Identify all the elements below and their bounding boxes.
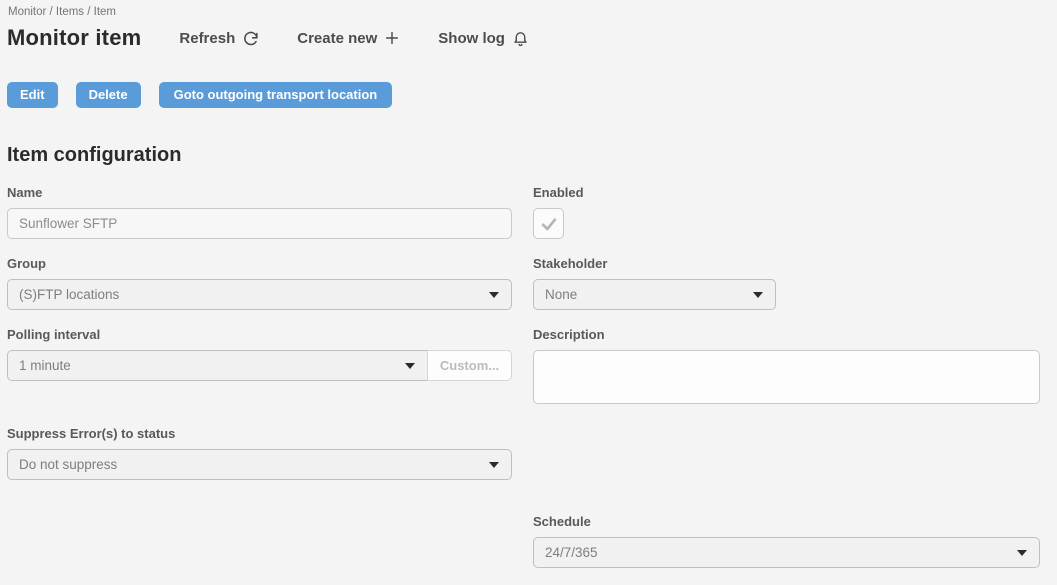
chevron-down-icon bbox=[1017, 550, 1027, 556]
custom-interval-button[interactable]: Custom... bbox=[427, 350, 512, 381]
section-title: Item configuration bbox=[7, 144, 1047, 167]
bell-icon bbox=[512, 30, 529, 47]
stakeholder-field-group: Stakeholder None bbox=[533, 256, 1040, 310]
stakeholder-select-value: None bbox=[545, 287, 577, 302]
checkmark-icon bbox=[539, 214, 559, 234]
delete-button[interactable]: Delete bbox=[76, 82, 141, 108]
enabled-field-group: Enabled bbox=[533, 185, 1040, 239]
breadcrumb[interactable]: Monitor / Items / Item bbox=[7, 6, 1047, 18]
page-title: Monitor item bbox=[7, 25, 141, 51]
description-field-group: Description bbox=[533, 327, 1040, 409]
stakeholder-select[interactable]: None bbox=[533, 279, 776, 310]
polling-interval-field-group: Polling interval 1 minute Custom... bbox=[7, 327, 512, 381]
group-select-value: (S)FTP locations bbox=[19, 287, 119, 302]
refresh-icon bbox=[242, 30, 259, 47]
suppress-field-group: Suppress Error(s) to status Do not suppr… bbox=[7, 426, 512, 480]
suppress-select[interactable]: Do not suppress bbox=[7, 449, 512, 480]
edit-button[interactable]: Edit bbox=[7, 82, 58, 108]
chevron-down-icon bbox=[489, 462, 499, 468]
group-field-group: Group (S)FTP locations bbox=[7, 256, 512, 310]
schedule-label: Schedule bbox=[533, 514, 1040, 529]
chevron-down-icon bbox=[753, 292, 763, 298]
page-header: Monitor item Refresh Create new Show log bbox=[7, 25, 1047, 51]
goto-outgoing-transport-button[interactable]: Goto outgoing transport location bbox=[159, 82, 393, 108]
refresh-button-label: Refresh bbox=[179, 30, 235, 47]
name-label: Name bbox=[7, 185, 512, 200]
group-select[interactable]: (S)FTP locations bbox=[7, 279, 512, 310]
description-textarea[interactable] bbox=[533, 350, 1040, 404]
group-label: Group bbox=[7, 256, 512, 271]
polling-interval-label: Polling interval bbox=[7, 327, 512, 342]
schedule-field-group: Schedule 24/7/365 bbox=[533, 514, 1040, 568]
show-log-button-label: Show log bbox=[438, 30, 505, 47]
stakeholder-label: Stakeholder bbox=[533, 256, 1040, 271]
chevron-down-icon bbox=[405, 363, 415, 369]
enabled-checkbox[interactable] bbox=[533, 208, 564, 239]
chevron-down-icon bbox=[489, 292, 499, 298]
description-label: Description bbox=[533, 327, 1040, 342]
empty-cell bbox=[7, 497, 512, 498]
name-field-group: Name bbox=[7, 185, 512, 239]
show-log-button[interactable]: Show log bbox=[438, 30, 529, 47]
page: Monitor / Items / Item Monitor item Refr… bbox=[0, 0, 1057, 585]
schedule-select[interactable]: 24/7/365 bbox=[533, 537, 1040, 568]
create-new-button[interactable]: Create new bbox=[297, 30, 400, 47]
schedule-select-value: 24/7/365 bbox=[545, 545, 598, 560]
polling-interval-select[interactable]: 1 minute bbox=[7, 350, 427, 381]
suppress-label: Suppress Error(s) to status bbox=[7, 426, 512, 441]
refresh-button[interactable]: Refresh bbox=[179, 30, 259, 47]
item-configuration-form: Name Enabled Group (S)FTP locations Stak… bbox=[7, 185, 1047, 585]
empty-cell bbox=[533, 426, 1040, 427]
create-new-button-label: Create new bbox=[297, 30, 377, 47]
suppress-select-value: Do not suppress bbox=[19, 457, 117, 472]
name-input[interactable] bbox=[7, 208, 512, 239]
polling-interval-select-value: 1 minute bbox=[19, 358, 71, 373]
enabled-label: Enabled bbox=[533, 185, 1040, 200]
toolbar: Edit Delete Goto outgoing transport loca… bbox=[7, 82, 1047, 108]
plus-icon bbox=[384, 30, 400, 46]
